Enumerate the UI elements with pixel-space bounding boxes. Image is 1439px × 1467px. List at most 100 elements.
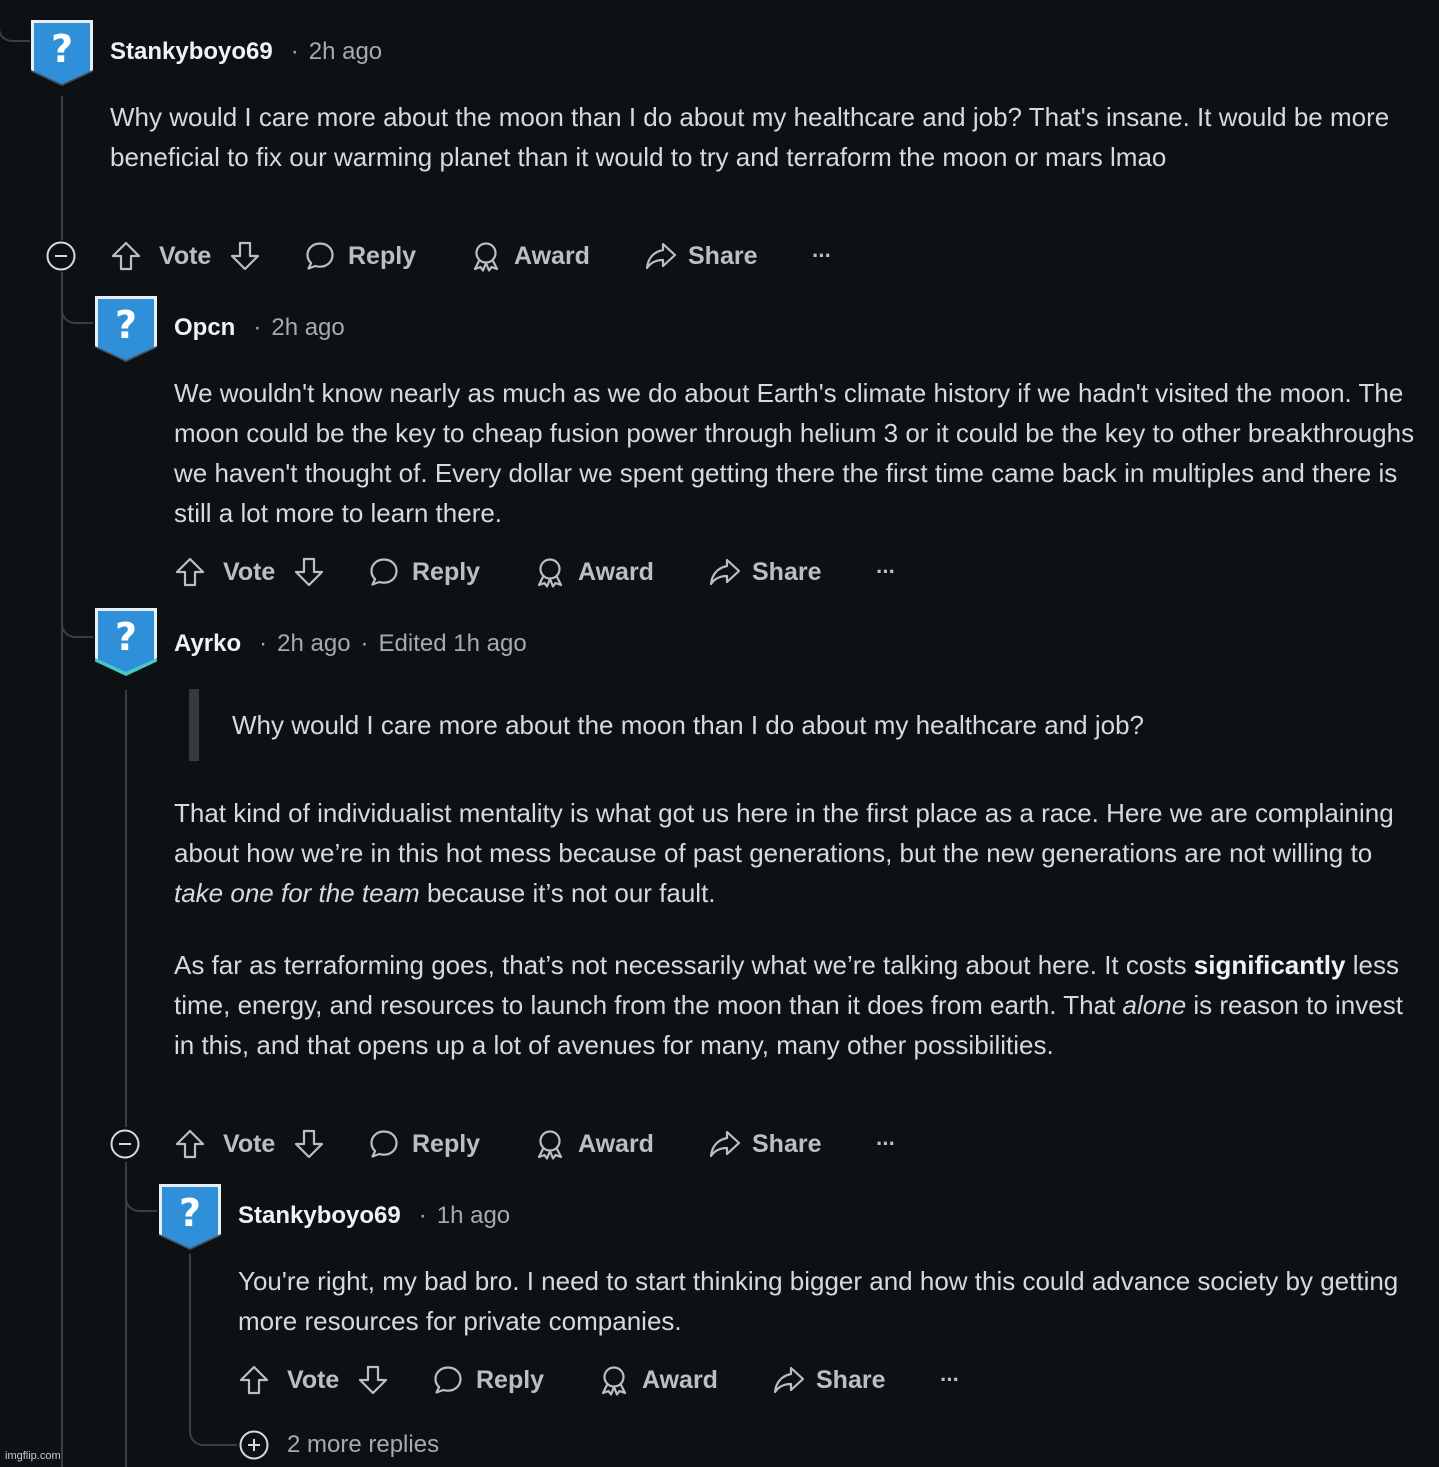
author-name[interactable]: Opcn [174,314,235,341]
comment-meta: Ayrko · 2h ago · Edited 1h ago [174,630,527,657]
vote-group: Vote [238,1360,389,1400]
edited-label: Edited 1h ago [378,630,527,657]
award-label: Award [578,1129,654,1158]
downvote-icon[interactable] [229,240,261,272]
more-replies-link[interactable]: 2 more replies [287,1431,439,1459]
timestamp: 2h ago [271,314,345,341]
thread-line [61,560,93,638]
award-button[interactable]: Award [534,1124,654,1164]
reply-button[interactable]: Reply [368,1124,480,1164]
share-button[interactable]: Share [708,552,821,592]
reply-icon [306,242,334,270]
share-label: Share [752,1129,822,1158]
comment-actions: Vote Reply Award Share ··· [174,1124,934,1164]
more-icon: ··· [940,1367,960,1392]
award-label: Award [642,1365,718,1394]
comment-body: Why would I care more about the moon tha… [110,97,1410,177]
share-icon [645,242,677,270]
upvote-icon[interactable] [238,1364,270,1396]
reply-label: Reply [412,1129,481,1158]
vote-group: Vote [110,236,261,276]
timestamp: 2h ago [277,630,351,657]
share-button[interactable]: Share [644,236,757,276]
comment-body: You're right, my bad bro. I need to star… [238,1261,1423,1341]
reply-button[interactable]: Reply [368,552,480,592]
reply-label: Reply [412,557,481,586]
quote-block: Why would I care more about the moon tha… [189,689,1369,761]
comment-text: You're right, my bad bro. I need to star… [238,1266,1399,1336]
watermark: imgflip.com [5,1450,61,1462]
more-options-button[interactable]: ··· [876,552,896,592]
comment-meta: Stankyboyo69 · 1h ago [238,1202,511,1229]
award-icon [601,1366,627,1396]
upvote-icon[interactable] [110,240,142,272]
award-button[interactable]: Award [470,236,590,276]
more-options-button[interactable]: ··· [812,236,832,276]
author-name[interactable]: Ayrko [174,630,241,657]
award-button[interactable]: Award [534,552,654,592]
thread-line [189,1404,237,1446]
downvote-icon[interactable] [357,1364,389,1396]
vote-label: Vote [159,241,212,270]
comment-actions: Vote Reply Award Share ··· [110,236,870,276]
thread-line [125,1162,127,1467]
award-icon [537,558,563,588]
thread-line [61,272,93,324]
author-name[interactable]: Stankyboyo69 [238,1202,401,1229]
more-icon: ··· [876,1131,896,1156]
comment-body: We wouldn't know nearly as much as we do… [174,373,1424,533]
timestamp: 1h ago [436,1202,511,1229]
share-icon [773,1366,805,1394]
comment-paragraph: As far as terraforming goes, that’s not … [174,950,1403,1060]
comment-paragraph: That kind of individualist mentality is … [174,798,1394,908]
reply-icon [370,558,398,586]
share-button[interactable]: Share [772,1360,885,1400]
quote-text: Why would I care more about the moon tha… [232,710,1144,740]
expand-icon[interactable] [239,1430,269,1460]
reply-icon [370,1130,398,1158]
vote-label: Vote [223,1129,276,1158]
share-icon [709,1130,741,1158]
reply-label: Reply [348,241,417,270]
comment-actions: Vote Reply Award Share ··· [238,1360,998,1400]
downvote-icon[interactable] [293,556,325,588]
downvote-icon[interactable] [293,1128,325,1160]
award-icon [473,242,499,272]
share-label: Share [752,557,822,586]
vote-group: Vote [174,1124,325,1164]
more-options-button[interactable]: ··· [940,1360,960,1400]
thread-line [61,96,63,240]
reply-label: Reply [476,1365,545,1394]
reply-button[interactable]: Reply [304,236,416,276]
vote-label: Vote [287,1365,340,1394]
reply-button[interactable]: Reply [432,1360,544,1400]
author-name[interactable]: Stankyboyo69 [110,38,273,65]
more-options-button[interactable]: ··· [876,1124,896,1164]
thread-line [61,272,63,1467]
comment-text: Why would I care more about the moon tha… [110,102,1390,172]
thread-line [189,1254,191,1404]
upvote-icon[interactable] [174,1128,206,1160]
collapse-icon[interactable] [46,241,76,271]
award-button[interactable]: Award [598,1360,718,1400]
award-label: Award [514,241,590,270]
thread-line [0,0,30,42]
comment-actions: Vote Reply Award Share ··· [174,552,934,592]
reply-icon [434,1366,462,1394]
upvote-icon[interactable] [174,556,206,588]
comment-meta: Stankyboyo69 · 2h ago [110,38,383,65]
timestamp: 2h ago [308,38,383,65]
more-icon: ··· [812,243,832,268]
more-icon: ··· [876,559,896,584]
share-label: Share [688,241,758,270]
share-icon [709,558,741,586]
vote-group: Vote [174,552,325,592]
share-button[interactable]: Share [708,1124,821,1164]
share-label: Share [816,1365,886,1394]
award-label: Award [578,557,654,586]
vote-label: Vote [223,557,276,586]
comment-meta: Opcn · 2h ago [174,314,345,341]
comment-text: We wouldn't know nearly as much as we do… [174,378,1415,528]
award-icon [537,1130,563,1160]
collapse-icon[interactable] [110,1129,140,1159]
